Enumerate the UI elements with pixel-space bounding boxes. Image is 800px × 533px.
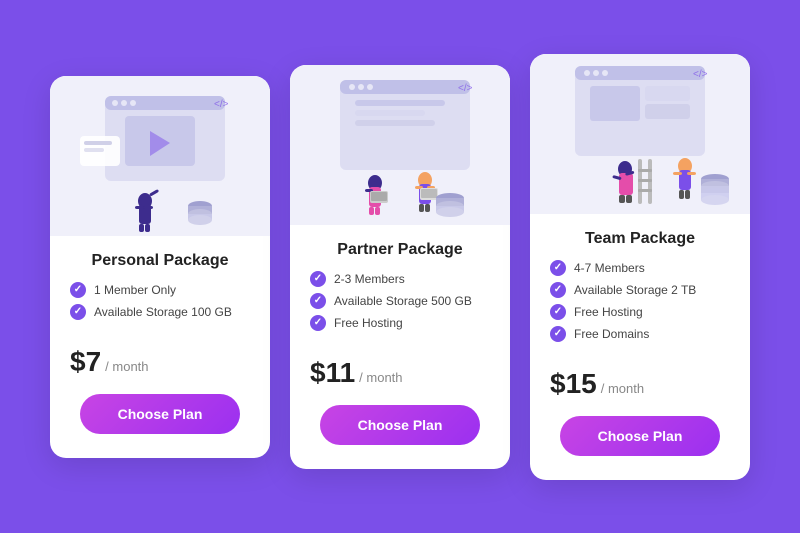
feature-item: 2-3 Members [310,271,490,287]
card-personal: </> [50,76,270,458]
card-team: </> [530,54,750,480]
feature-item: Available Storage 500 GB [310,293,490,309]
illustration-team: </> [530,54,750,214]
check-icon [550,304,566,320]
feature-text: Free Hosting [574,305,643,319]
svg-text:</>: </> [214,99,229,110]
check-icon [310,315,326,331]
pricing-cards-container: </> [30,34,770,500]
feature-text: Free Hosting [334,316,403,330]
check-icon [310,271,326,287]
card-personal-price: $7 / month [70,346,250,378]
check-icon [70,304,86,320]
feature-text: Free Domains [574,327,649,341]
check-icon [70,282,86,298]
price-period: / month [601,381,644,396]
check-icon [550,260,566,276]
feature-text: Available Storage 2 TB [574,283,696,297]
card-team-price: $15 / month [550,368,730,400]
card-partner: </> [290,65,510,469]
card-partner-price: $11 / month [310,357,490,389]
card-team-features: 4-7 Members Available Storage 2 TB Free … [550,260,730,348]
feature-item: 1 Member Only [70,282,250,298]
check-icon [310,293,326,309]
feature-item: Free Hosting [550,304,730,320]
feature-text: 1 Member Only [94,283,176,297]
price-period: / month [359,370,402,385]
card-partner-features: 2-3 Members Available Storage 500 GB Fre… [310,271,490,337]
feature-item: Free Domains [550,326,730,342]
illustration-personal: </> [50,76,270,236]
check-icon [550,326,566,342]
card-team-title: Team Package [550,230,730,248]
card-personal-features: 1 Member Only Available Storage 100 GB [70,282,250,326]
feature-text: Available Storage 100 GB [94,305,232,319]
feature-text: 2-3 Members [334,272,405,286]
card-partner-title: Partner Package [310,241,490,259]
feature-item: Available Storage 100 GB [70,304,250,320]
card-team-body: Team Package 4-7 Members Available Stora… [530,214,750,416]
price-amount: $15 [550,368,597,400]
svg-text:</>: </> [458,83,473,94]
choose-plan-button-partner[interactable]: Choose Plan [320,405,480,445]
choose-plan-button-team[interactable]: Choose Plan [560,416,720,456]
illustration-partner: </> [290,65,510,225]
price-amount: $7 [70,346,101,378]
card-personal-body: Personal Package 1 Member Only Available… [50,236,270,394]
feature-item: Available Storage 2 TB [550,282,730,298]
card-partner-body: Partner Package 2-3 Members Available St… [290,225,510,405]
feature-text: Available Storage 500 GB [334,294,472,308]
check-icon [550,282,566,298]
choose-plan-button-personal[interactable]: Choose Plan [80,394,240,434]
svg-text:</>: </> [693,69,708,80]
feature-item: Free Hosting [310,315,490,331]
price-amount: $11 [310,357,355,389]
price-period: / month [105,359,148,374]
card-personal-title: Personal Package [70,252,250,270]
feature-item: 4-7 Members [550,260,730,276]
feature-text: 4-7 Members [574,261,645,275]
